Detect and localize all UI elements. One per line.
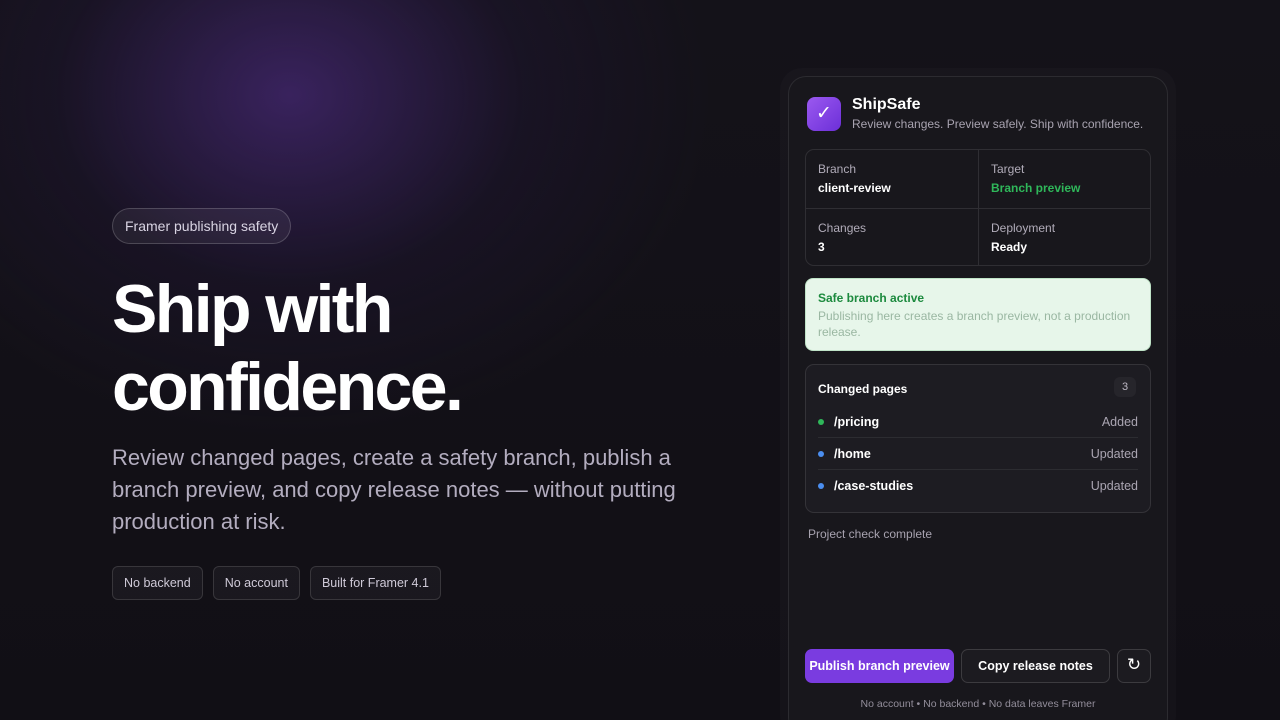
changes-cell: Changes 3 xyxy=(806,208,978,265)
publish-branch-preview-button[interactable]: Publish branch preview xyxy=(805,649,954,683)
feature-tags: No backend No account Built for Framer 4… xyxy=(112,566,732,600)
status-dot xyxy=(818,450,824,457)
summary-grid: Branch client-review Target Branch previ… xyxy=(805,149,1151,266)
status-dot xyxy=(818,418,824,425)
category-pill: Framer publishing safety xyxy=(112,208,292,244)
check-mark-icon: ✓ xyxy=(807,96,841,131)
changed-pages-count-badge: 3 xyxy=(1114,377,1136,397)
refresh-icon[interactable]: ↻ xyxy=(1117,649,1151,683)
branch-value: client-review xyxy=(818,181,891,195)
notice-title: Safe branch active xyxy=(818,291,925,305)
list-item[interactable]: /case-studies Updated xyxy=(818,470,1138,502)
list-item[interactable]: /home Updated xyxy=(818,438,1138,470)
shipsafe-panel: ✓ ShipSafe Review changes. Preview safel… xyxy=(788,76,1168,720)
changes-label: Changes xyxy=(818,221,867,235)
target-cell: Target Branch preview xyxy=(978,150,1150,208)
page-path: /pricing xyxy=(834,414,880,429)
target-label: Target xyxy=(991,162,1025,176)
changed-pages-list: Changed pages 3 /pricing Added /home Upd… xyxy=(805,364,1151,513)
deployment-cell: Deployment Ready xyxy=(978,208,1150,265)
changed-pages-title: Changed pages xyxy=(818,382,908,396)
tag-no-account: No account xyxy=(212,566,300,600)
page-status: Added xyxy=(1101,414,1138,429)
hero-description: Review changed pages, create a safety br… xyxy=(112,445,676,534)
tag-no-backend: No backend xyxy=(112,566,203,600)
deployment-value: Ready xyxy=(991,240,1028,254)
page-status: Updated xyxy=(1090,446,1138,461)
branch-cell: Branch client-review xyxy=(806,150,978,208)
tag-framer-version: Built for Framer 4.1 xyxy=(309,566,441,600)
app-subtitle: Review changes. Preview safely. Ship wit… xyxy=(852,117,1144,131)
app-header: ✓ ShipSafe Review changes. Preview safel… xyxy=(807,96,1143,131)
page-path: /home xyxy=(834,446,871,461)
app-title: ShipSafe xyxy=(852,96,921,113)
copy-release-notes-button[interactable]: Copy release notes xyxy=(961,649,1110,683)
headline-line-2: confidence. xyxy=(112,349,464,425)
privacy-footnote: No account • No backend • No data leaves… xyxy=(860,698,1096,710)
action-bar: Publish branch preview Copy release note… xyxy=(805,649,1151,683)
changes-value: 3 xyxy=(818,240,825,254)
target-value: Branch preview xyxy=(991,181,1081,195)
branch-label: Branch xyxy=(818,162,857,176)
headline: Ship with confidence. xyxy=(112,270,732,426)
page-path: /case-studies xyxy=(834,479,914,493)
safe-branch-notice: Safe branch active Publishing here creat… xyxy=(805,278,1151,351)
deployment-label: Deployment xyxy=(991,221,1056,235)
page-status: Updated xyxy=(1090,479,1138,493)
hero-section: Framer publishing safety Ship with confi… xyxy=(112,208,732,600)
list-item[interactable]: /pricing Added xyxy=(818,406,1138,438)
headline-line-1: Ship with xyxy=(112,271,393,347)
project-check-status: Project check complete xyxy=(808,527,933,541)
notice-body: Publishing here creates a branch preview… xyxy=(818,309,1131,339)
status-dot xyxy=(818,483,824,489)
